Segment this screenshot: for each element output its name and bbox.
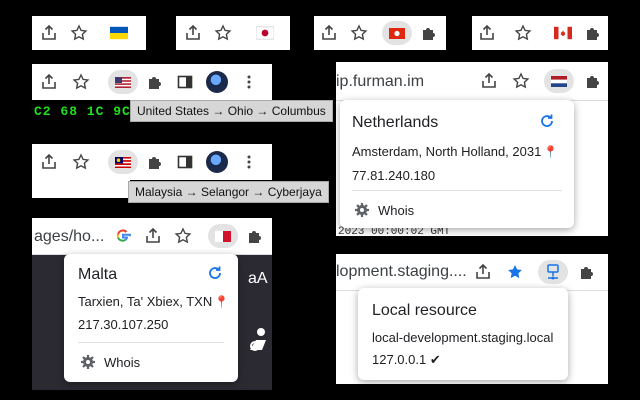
more-menu-icon[interactable] [238, 151, 260, 173]
sidebar-toggle-icon[interactable] [174, 71, 196, 93]
star-icon[interactable] [512, 22, 534, 44]
google-icon[interactable] [112, 225, 134, 247]
sidebar-toggle-icon[interactable] [174, 151, 196, 173]
toolbar-panel-us [32, 64, 272, 100]
netherlands-flag-icon[interactable] [544, 69, 574, 93]
puzzle-icon[interactable] [144, 151, 166, 173]
puzzle-icon[interactable] [576, 261, 598, 283]
star-icon[interactable] [348, 22, 370, 44]
canada-flag-icon[interactable] [552, 22, 574, 44]
popup-ip: 217.30.107.250 [78, 317, 169, 332]
malaysia-flag-icon[interactable] [108, 150, 138, 174]
refresh-icon[interactable] [538, 112, 556, 135]
local-network-icon[interactable] [538, 260, 568, 284]
url-text[interactable]: lopment.staging.... [336, 263, 467, 281]
popup-ip: 77.81.240.180 [352, 168, 436, 183]
toolbar-panel-hongkong [314, 16, 446, 50]
popup-ip: 127.0.0.1 ✔ [372, 352, 441, 367]
star-icon[interactable] [212, 22, 234, 44]
pin-icon: 📍 [543, 145, 559, 159]
avatar[interactable] [206, 151, 228, 173]
divider [78, 342, 224, 343]
share-icon[interactable] [38, 22, 60, 44]
hex-text: C2 68 1C 9C [34, 104, 131, 119]
toolbar-panel-japan [176, 16, 290, 50]
share-icon[interactable] [476, 22, 498, 44]
popup-title: Local resource [372, 302, 477, 319]
popup-location-row: Tarxien, Ta' Xbiex, TXN 📍 [78, 294, 229, 309]
hongkong-flag-icon[interactable] [382, 21, 412, 45]
toolbar-panel-malaysia [32, 144, 272, 180]
location-tooltip: Malaysia → Selangor → Cyberjaya [128, 181, 329, 203]
popup-location-row: Amsterdam, North Holland, 2031 📍 [352, 144, 558, 159]
browser-panel-malta: ages/ho... aA Malta Tarxien, Ta' Xbiex, … [32, 218, 272, 390]
malta-flag-icon[interactable] [208, 224, 238, 248]
us-flag-icon[interactable] [108, 70, 138, 94]
url-text[interactable]: ages/ho... [34, 228, 104, 246]
share-icon[interactable] [182, 22, 204, 44]
location-popup: Malta Tarxien, Ta' Xbiex, TXN 📍 217.30.10… [64, 254, 238, 382]
share-icon[interactable] [38, 151, 60, 173]
local-resource-popup: Local resource local-development.staging… [358, 288, 568, 380]
star-icon[interactable] [68, 22, 90, 44]
popup-location: Tarxien, Ta' Xbiex, TXN [78, 294, 213, 309]
gear-icon [355, 203, 369, 217]
toolbar-panel-canada [472, 16, 608, 50]
page-strip [32, 180, 130, 198]
puzzle-icon[interactable] [144, 71, 166, 93]
puzzle-icon[interactable] [582, 70, 604, 92]
share-icon[interactable] [478, 70, 500, 92]
share-icon[interactable] [38, 71, 60, 93]
whois-button[interactable]: Whois [80, 354, 140, 370]
star-icon[interactable] [172, 225, 194, 247]
whois-label: Whois [104, 354, 141, 370]
puzzle-icon[interactable] [418, 22, 440, 44]
puzzle-icon[interactable] [244, 225, 266, 247]
avatar[interactable] [206, 71, 228, 93]
whois-button[interactable]: Whois [354, 202, 414, 218]
star-icon[interactable] [70, 71, 92, 93]
refresh-icon[interactable] [206, 264, 224, 287]
browser-panel-local: lopment.staging.... Local resource local… [336, 254, 608, 384]
url-text[interactable]: ip.furman.im [336, 73, 424, 91]
share-icon[interactable] [318, 22, 340, 44]
more-menu-icon[interactable] [238, 71, 260, 93]
whois-label: Whois [378, 202, 415, 218]
popup-country: Malta [78, 266, 118, 283]
divider [352, 190, 562, 191]
share-icon[interactable] [142, 225, 164, 247]
popup-location: Amsterdam, North Holland, 2031 [352, 144, 542, 159]
japan-flag-icon[interactable] [254, 22, 276, 44]
browser-panel-netherlands: ip.furman.im 2023 00:00:02 GMT Netherlan… [336, 62, 608, 236]
star-icon[interactable] [70, 151, 92, 173]
location-tooltip: United States → Ohio → Columbus [130, 100, 333, 122]
puzzle-icon[interactable] [582, 22, 604, 44]
popup-country: Netherlands [352, 114, 439, 131]
star-filled-icon[interactable] [504, 261, 526, 283]
text-size-label[interactable]: aA [248, 270, 268, 288]
location-popup: Netherlands Amsterdam, North Holland, 20… [340, 100, 574, 228]
share-icon[interactable] [472, 261, 494, 283]
pin-icon: 📍 [214, 295, 230, 309]
gear-icon [81, 355, 95, 369]
popup-host: local-development.staging.local [372, 330, 554, 345]
toolbar-panel-ukraine [32, 16, 146, 50]
star-icon[interactable] [510, 70, 532, 92]
profile-glyph-icon [248, 326, 270, 357]
ukraine-flag-icon[interactable] [108, 22, 130, 44]
